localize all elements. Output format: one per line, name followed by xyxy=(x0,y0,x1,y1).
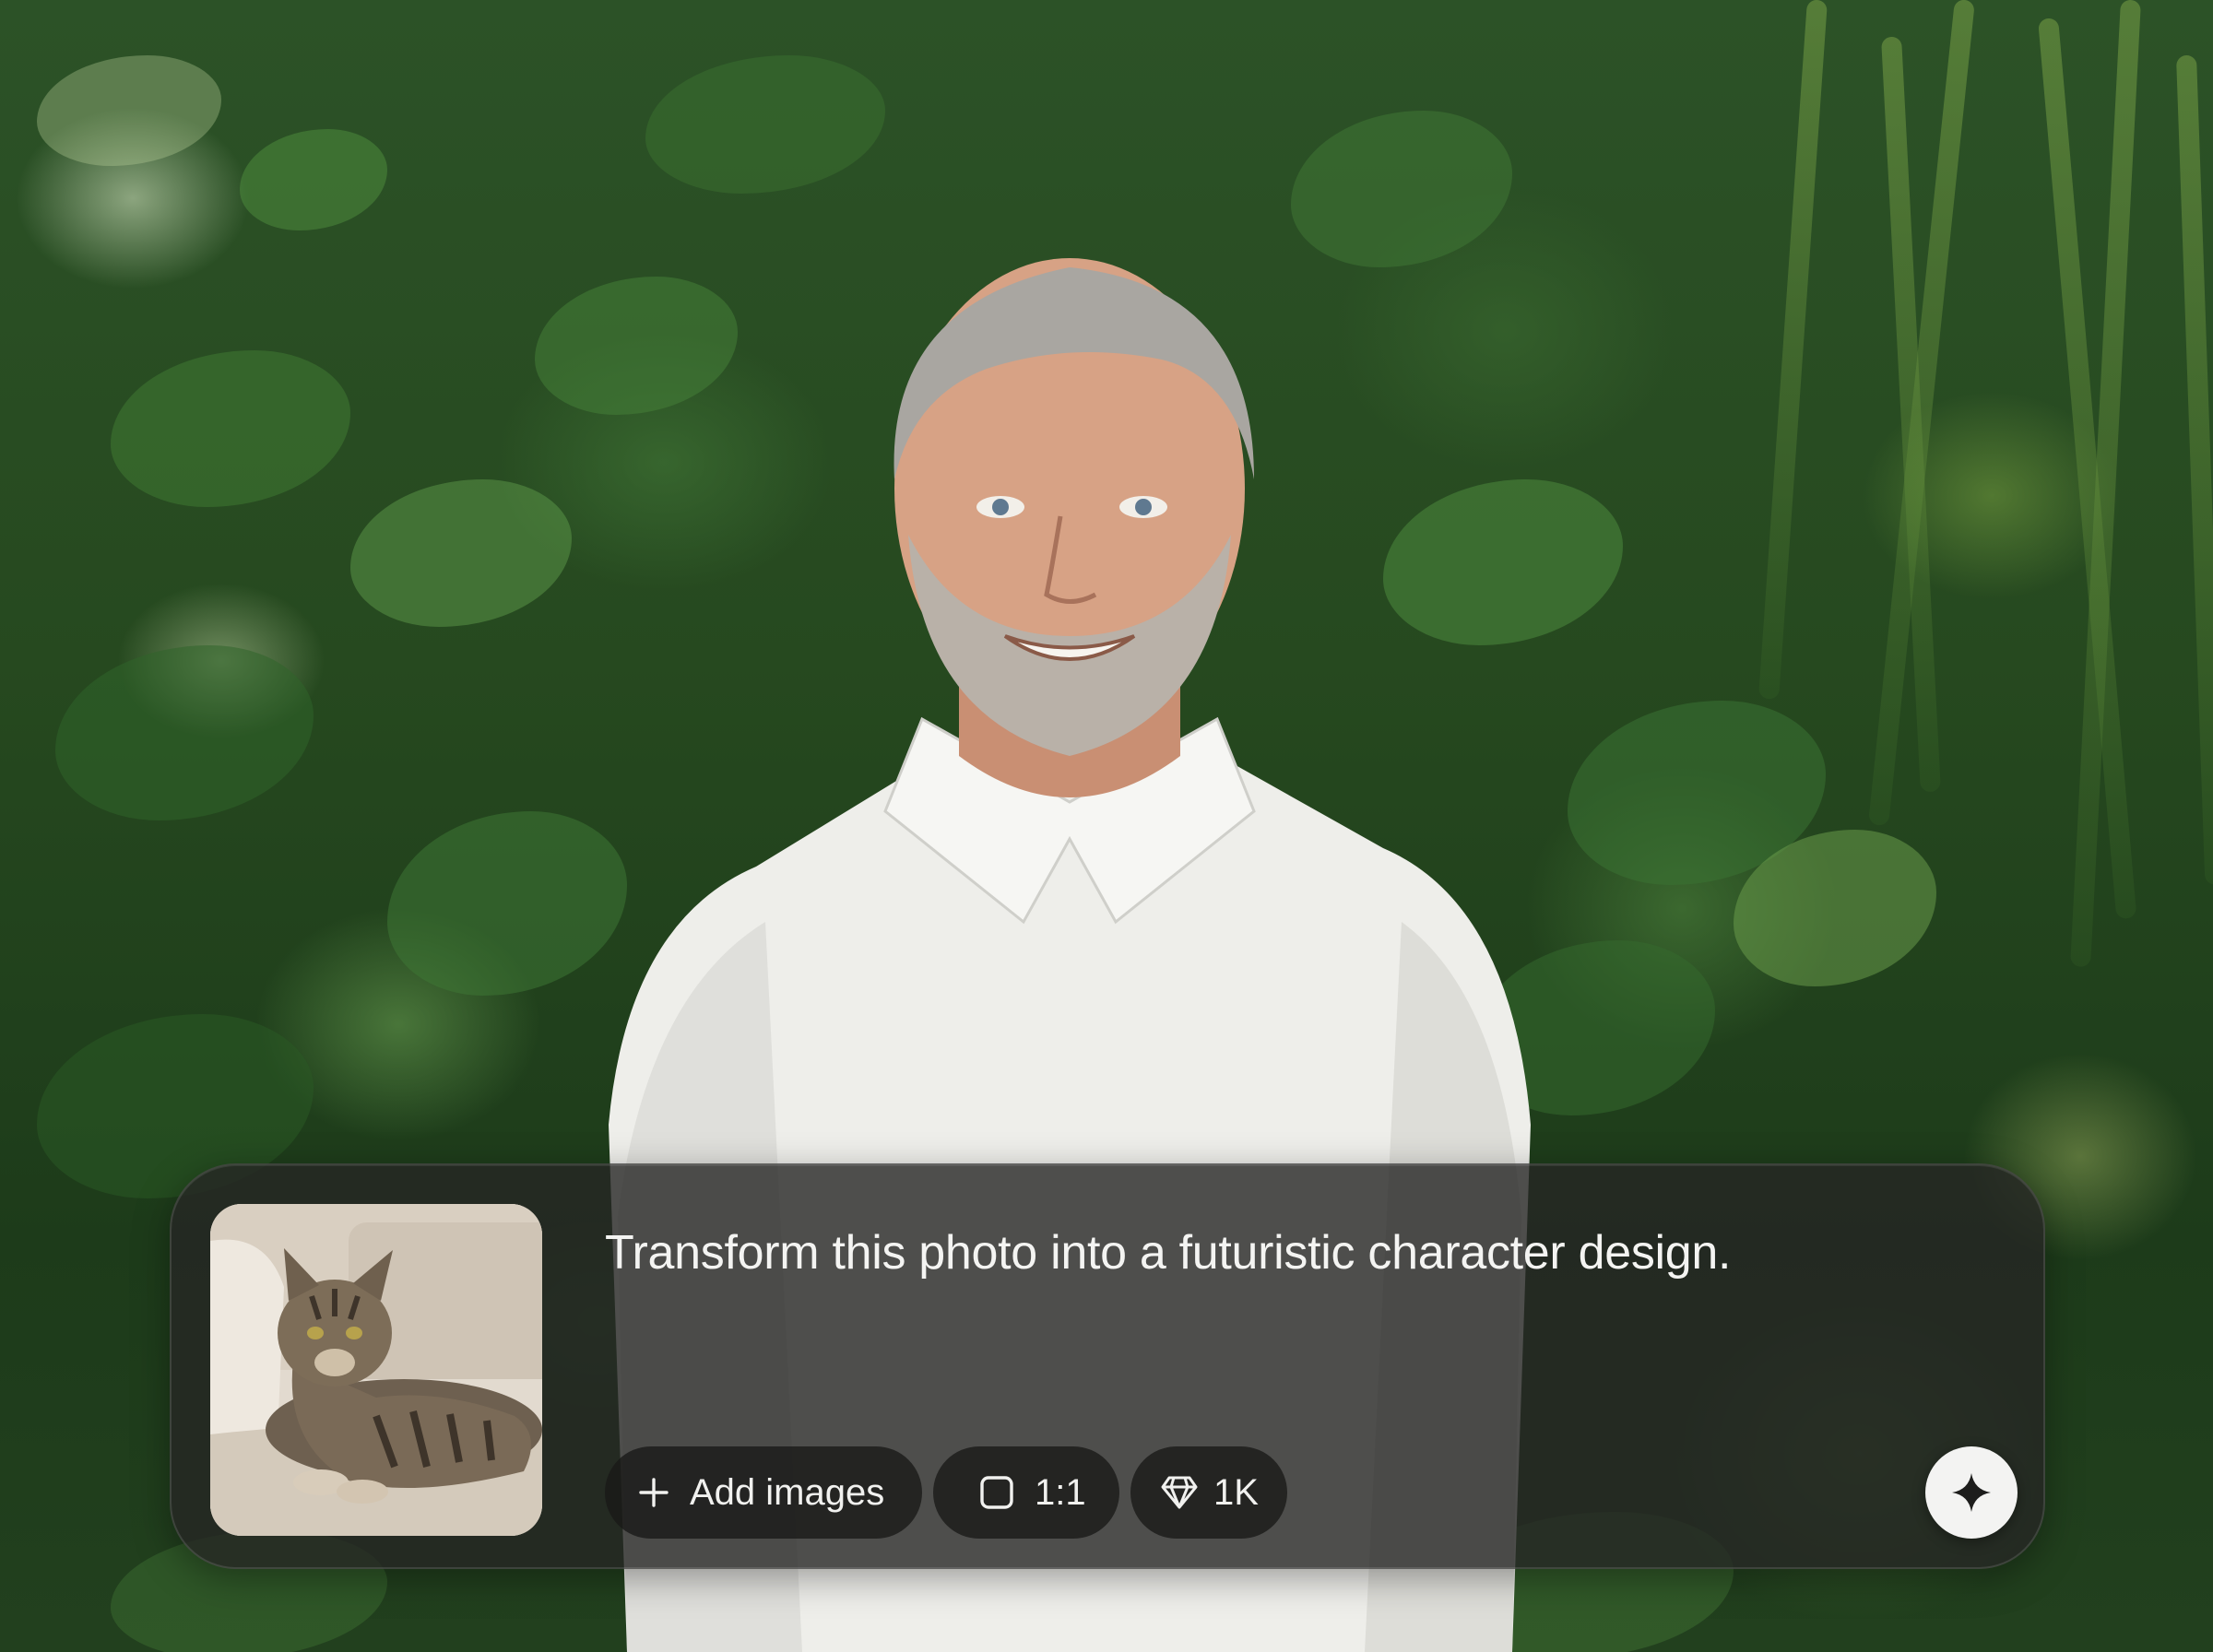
fern-frond xyxy=(2176,54,2213,885)
square-icon xyxy=(979,1475,1014,1510)
canvas: Transform this photo into a futuristic c… xyxy=(0,0,2213,1652)
aspect-ratio-label: 1:1 xyxy=(1035,1471,1086,1513)
foliage-leaf xyxy=(37,55,221,166)
aspect-ratio-button[interactable]: 1:1 xyxy=(933,1446,1119,1539)
left-iris xyxy=(992,499,1009,515)
diamond-icon xyxy=(1160,1475,1199,1510)
foliage-leaf xyxy=(240,129,387,230)
foliage-leaf xyxy=(645,55,885,194)
resolution-label: 1K xyxy=(1213,1471,1259,1513)
prompt-input[interactable]: Transform this photo into a futuristic c… xyxy=(605,1222,1951,1283)
foliage-leaf xyxy=(55,645,314,820)
sparkle-icon xyxy=(1950,1471,1993,1514)
add-images-label: Add images xyxy=(690,1471,885,1513)
plus-icon xyxy=(638,1477,669,1508)
generate-button[interactable] xyxy=(1925,1446,2018,1539)
fern-frond xyxy=(1758,0,1828,700)
prompt-composer: Transform this photo into a futuristic c… xyxy=(170,1163,2045,1569)
right-iris xyxy=(1135,499,1152,515)
add-images-button[interactable]: Add images xyxy=(605,1446,922,1539)
foliage-leaf xyxy=(350,479,572,627)
reference-image-thumbnail[interactable] xyxy=(210,1204,542,1536)
foliage-leaf xyxy=(111,350,350,507)
resolution-button[interactable]: 1K xyxy=(1130,1446,1287,1539)
cat-photo xyxy=(210,1204,542,1536)
